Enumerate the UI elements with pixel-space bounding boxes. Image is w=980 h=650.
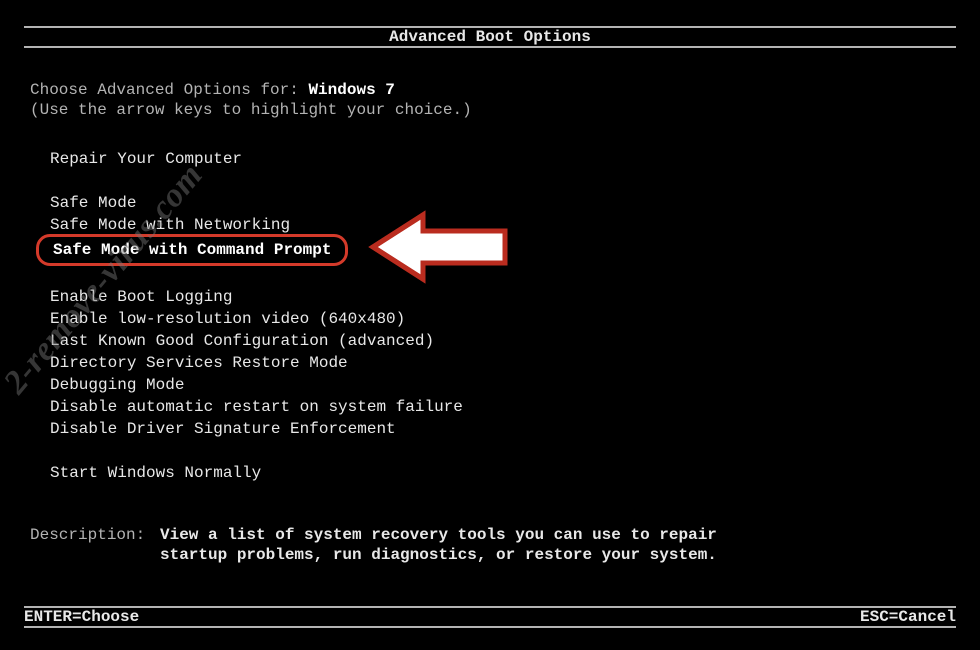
page-title: Advanced Boot Options: [389, 28, 591, 46]
os-name: Windows 7: [308, 81, 394, 99]
menu-item-directory-services-restore-mode[interactable]: Directory Services Restore Mode: [50, 352, 463, 374]
menu-item-last-known-good-configuration-advanced[interactable]: Last Known Good Configuration (advanced): [50, 330, 463, 352]
menu-item-safe-mode[interactable]: Safe Mode: [50, 192, 463, 214]
title-bar: Advanced Boot Options: [24, 26, 956, 48]
description-label: Description:: [30, 525, 160, 565]
menu-item-disable-driver-signature-enforcement[interactable]: Disable Driver Signature Enforcement: [50, 418, 463, 440]
menu-spacer: [50, 440, 463, 462]
description-block: Description: View a list of system recov…: [30, 525, 720, 565]
description-text: View a list of system recovery tools you…: [160, 525, 720, 565]
footer-esc: ESC=Cancel: [860, 608, 956, 626]
menu-item-safe-mode-with-networking[interactable]: Safe Mode with Networking: [50, 214, 463, 236]
footer-enter: ENTER=Choose: [24, 608, 139, 626]
menu-spacer: [50, 264, 463, 286]
intro-hint: (Use the arrow keys to highlight your ch…: [30, 100, 472, 120]
boot-options-menu: Repair Your Computer Safe ModeSafe Mode w…: [50, 148, 463, 484]
menu-item-disable-automatic-restart-on-system-failure[interactable]: Disable automatic restart on system fail…: [50, 396, 463, 418]
menu-item-enable-boot-logging[interactable]: Enable Boot Logging: [50, 286, 463, 308]
menu-item-start-windows-normally[interactable]: Start Windows Normally: [50, 462, 463, 484]
menu-item-repair-your-computer[interactable]: Repair Your Computer: [50, 148, 463, 170]
footer-bar: ENTER=Choose ESC=Cancel: [24, 606, 956, 628]
menu-item-safe-mode-with-command-prompt[interactable]: Safe Mode with Command Prompt: [36, 234, 348, 266]
intro-prefix: Choose Advanced Options for:: [30, 81, 308, 99]
menu-spacer: [50, 170, 463, 192]
menu-item-debugging-mode[interactable]: Debugging Mode: [50, 374, 463, 396]
intro-block: Choose Advanced Options for: Windows 7 (…: [30, 80, 472, 120]
menu-item-enable-low-resolution-video-640x480[interactable]: Enable low-resolution video (640x480): [50, 308, 463, 330]
